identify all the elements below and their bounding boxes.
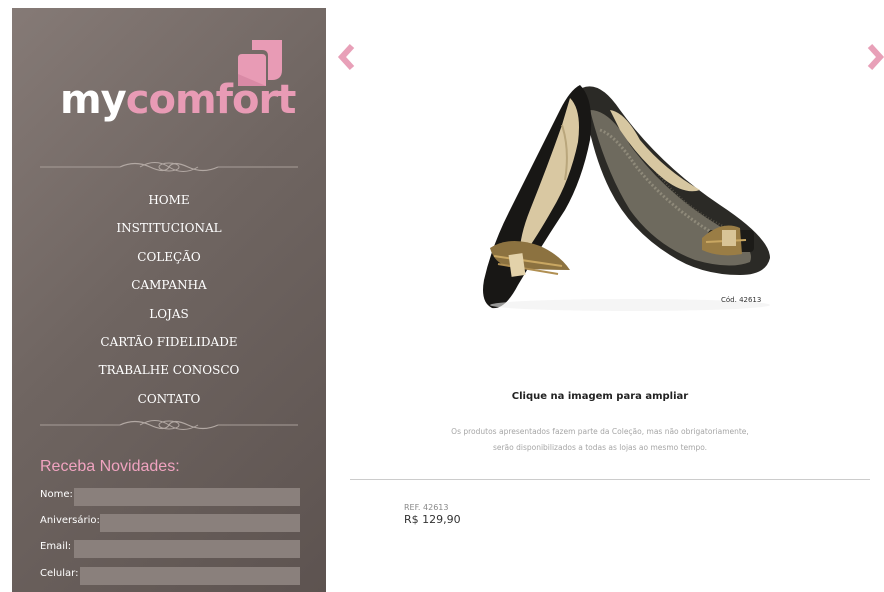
product-price: R$ 129,90 <box>404 513 461 526</box>
nav-item-lojas[interactable]: LOJAS <box>12 300 326 328</box>
disclaimer-line-2: serão disponibilizados a todas as lojas … <box>492 443 708 452</box>
nav-item-trabalhe-conosco[interactable]: TRABALHE CONOSCO <box>12 356 326 384</box>
nav-item-campanha[interactable]: CAMPANHA <box>12 271 326 299</box>
email-label: Email: <box>40 541 72 552</box>
sidebar: mycomfort HOME INSTITUCIONAL COLEÇÃO CAM… <box>12 8 326 592</box>
chevron-right-icon[interactable] <box>864 42 884 72</box>
nav-item-colecao[interactable]: COLEÇÃO <box>12 243 326 271</box>
disclaimer: Os produtos apresentados fazem parte da … <box>420 424 780 456</box>
email-field[interactable] <box>74 540 300 558</box>
form-row-birthday: Aniversário: <box>40 514 300 532</box>
logo-wordmark: mycomfort <box>60 77 297 123</box>
birthday-field[interactable] <box>100 514 300 532</box>
product-image-code: Cód. 42613 <box>721 296 762 304</box>
logo-comfort: comfort <box>125 77 297 123</box>
enlarge-image-link[interactable]: Clique na imagem para ampliar <box>450 391 750 402</box>
main-nav: HOME INSTITUCIONAL COLEÇÃO CAMPANHA LOJA… <box>12 186 326 413</box>
name-label: Nome: <box>40 489 73 500</box>
ornament-divider <box>40 420 298 430</box>
name-field[interactable] <box>74 488 300 506</box>
birthday-label: Aniversário: <box>40 515 100 526</box>
nav-item-home[interactable]: HOME <box>12 186 326 214</box>
chevron-left-icon[interactable] <box>336 42 358 72</box>
product-image[interactable] <box>470 70 790 320</box>
form-row-phone: Celular: <box>40 567 300 585</box>
phone-label: Celular: <box>40 568 79 579</box>
shoe-back <box>582 86 770 275</box>
ornament-divider <box>40 162 298 172</box>
logo-my: my <box>60 77 127 123</box>
divider <box>350 479 870 480</box>
product-ref: REF. 42613 <box>404 503 449 512</box>
shoe-front <box>483 85 592 309</box>
nav-item-institucional[interactable]: INSTITUCIONAL <box>12 214 326 242</box>
newsletter-title: Receba Novidades: <box>40 458 180 475</box>
disclaimer-line-1: Os produtos apresentados fazem parte da … <box>451 427 749 436</box>
phone-field[interactable] <box>80 567 300 585</box>
form-row-name: Nome: <box>40 488 300 506</box>
form-row-email: Email: <box>40 540 300 558</box>
nav-item-cartao-fidelidade[interactable]: CARTÃO FIDELIDADE <box>12 328 326 356</box>
brand-logo[interactable]: mycomfort <box>60 40 300 130</box>
nav-item-contato[interactable]: CONTATO <box>12 385 326 413</box>
